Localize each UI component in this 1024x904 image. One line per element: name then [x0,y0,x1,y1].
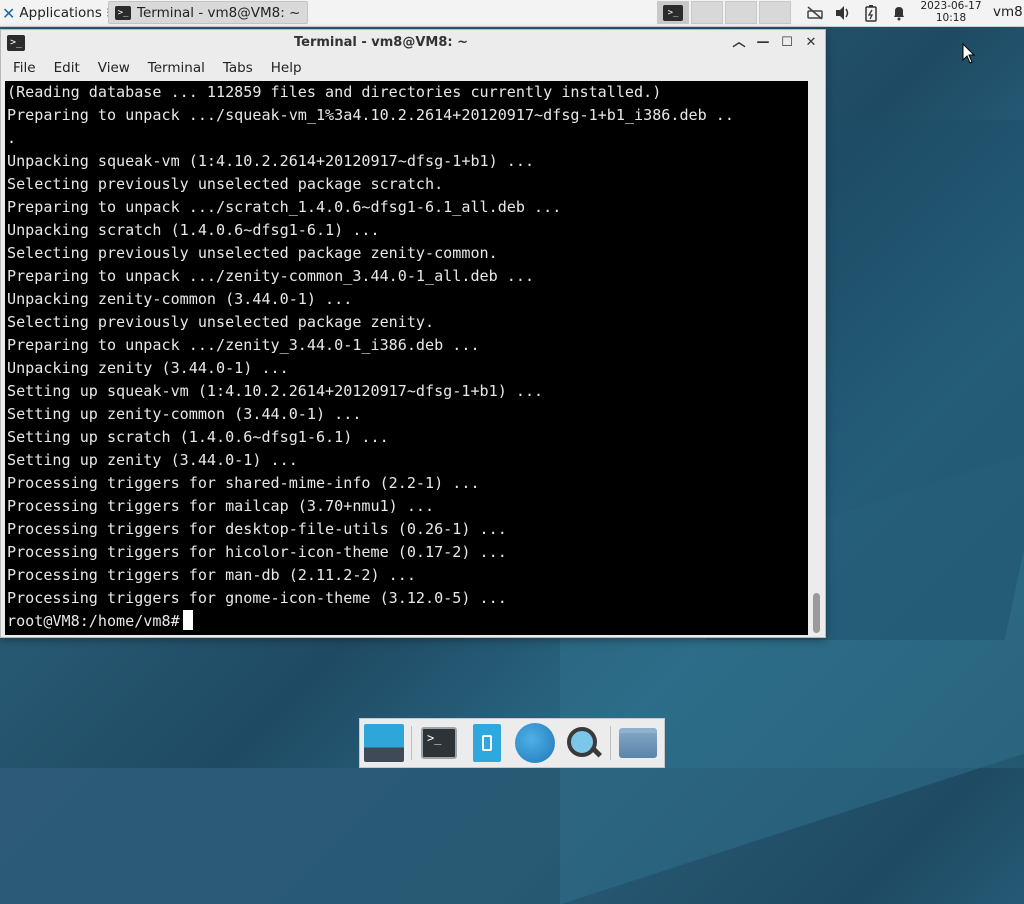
system-tray [806,0,908,26]
app-finder-icon [565,725,603,761]
folder-icon [619,728,657,758]
terminal-line: Processing triggers for hicolor-icon-the… [7,543,507,561]
terminal-line: . [7,129,17,147]
terminal-line: Unpacking zenity (3.44.0-1) ... [7,359,289,377]
prompt-line[interactable]: root@VM8:/home/vm8# [7,610,808,633]
menu-edit[interactable]: Edit [42,57,86,81]
terminal-line: Unpacking squeak-vm (1:4.10.2.2614+20120… [7,152,535,170]
show-desktop-icon [364,724,404,762]
top-panel: ✕ Applications ⁝ >_ Terminal - vm8@VM8: … [0,0,1024,27]
shade-up-icon[interactable]: ︿ [729,33,749,53]
terminal-line: Processing triggers for man-db (2.11.2-2… [7,566,416,584]
terminal-line: Processing triggers for desktop-file-uti… [7,520,507,538]
terminal-line: Processing triggers for shared-mime-info… [7,474,480,492]
mouse-pointer-icon [962,43,976,64]
web-browser-launcher[interactable] [514,722,556,764]
clock-time: 10:18 [935,11,967,24]
terminal-line: Setting up zenity-common (3.44.0-1) ... [7,405,362,423]
battery-icon[interactable] [862,4,880,22]
clock-date: 2023-06-17 [920,0,982,12]
maximize-icon[interactable]: ☐ [777,33,797,53]
terminal-line: Selecting previously unselected package … [7,175,444,193]
terminal-line: Selecting previously unselected package … [7,244,498,262]
volume-icon[interactable] [834,4,852,22]
terminal-scrollbar[interactable] [809,81,823,635]
text-cursor [182,610,193,630]
network-icon[interactable] [806,4,824,22]
terminal-line: Processing triggers for gnome-icon-theme… [7,589,507,607]
terminal-icon: >_ [663,4,683,21]
terminal-icon: >_ [421,727,457,759]
workspace-switcher: >_ [657,1,791,24]
file-manager-icon [473,724,501,762]
applications-menu-button[interactable]: ✕ Applications ⁝ [2,0,110,26]
menu-file[interactable]: File [1,57,42,81]
terminal-line: Preparing to unpack .../scratch_1.4.0.6~… [7,198,562,216]
dock-separator [411,726,412,760]
terminal-output[interactable]: (Reading database ... 112859 files and d… [5,81,808,635]
terminal-line: Setting up scratch (1.4.0.6~dfsg1-6.1) .… [7,428,389,446]
terminal-line: Unpacking scratch (1.4.0.6~dfsg1-6.1) ..… [7,221,380,239]
notification-bell-icon[interactable] [890,4,908,22]
app-finder-launcher[interactable] [562,722,604,764]
terminal-line: Preparing to unpack .../squeak-vm_1%3a4.… [7,106,734,124]
applications-label: Applications [19,5,102,21]
terminal-launcher[interactable]: >_ [418,722,460,764]
taskbar-terminal-button[interactable]: >_ Terminal - vm8@VM8: ~ [108,1,308,24]
terminal-window: >_ Terminal - vm8@VM8: ~ ︿ — ☐ ✕ File Ed… [0,29,826,638]
terminal-line: Setting up zenity (3.44.0-1) ... [7,451,298,469]
menu-view[interactable]: View [86,57,136,81]
xfce-logo-icon: ✕ [2,3,16,23]
scrollbar-thumb[interactable] [813,593,820,633]
show-desktop-button[interactable] [363,722,405,764]
user-menu[interactable]: vm8 [993,4,1023,20]
menu-help[interactable]: Help [259,57,308,81]
folder-launcher[interactable] [617,722,659,764]
terminal-line: Processing triggers for mailcap (3.70+nm… [7,497,435,515]
workspace-2[interactable] [691,1,723,24]
workspace-4[interactable] [759,1,791,24]
terminal-line: Setting up squeak-vm (1:4.10.2.2614+2012… [7,382,544,400]
terminal-line: Selecting previously unselected package … [7,313,435,331]
workspace-1[interactable]: >_ [657,1,689,24]
clock[interactable]: 2023-06-17 10:18 [917,0,985,24]
minimize-icon[interactable]: — [753,33,773,53]
terminal-line: Preparing to unpack .../zenity_3.44.0-1_… [7,336,480,354]
window-titlebar[interactable]: >_ Terminal - vm8@VM8: ~ ︿ — ☐ ✕ [1,30,825,57]
menu-terminal[interactable]: Terminal [136,57,211,81]
terminal-line: Preparing to unpack .../zenity-common_3.… [7,267,535,285]
terminal-icon: >_ [115,5,131,20]
terminal-line: Unpacking zenity-common (3.44.0-1) ... [7,290,353,308]
dock-separator [610,726,611,760]
menubar: File Edit View Terminal Tabs Help [1,57,825,81]
taskbar-terminal-label: Terminal - vm8@VM8: ~ [137,4,301,21]
close-icon[interactable]: ✕ [801,33,821,53]
shell-prompt: root@VM8:/home/vm8# [7,612,180,630]
terminal-line: (Reading database ... 112859 files and d… [7,83,662,101]
menu-tabs[interactable]: Tabs [211,57,259,81]
window-title: Terminal - vm8@VM8: ~ [293,35,469,50]
web-browser-icon [515,723,555,763]
workspace-3[interactable] [725,1,757,24]
file-manager-launcher[interactable] [466,722,508,764]
dock: >_ [359,718,665,768]
